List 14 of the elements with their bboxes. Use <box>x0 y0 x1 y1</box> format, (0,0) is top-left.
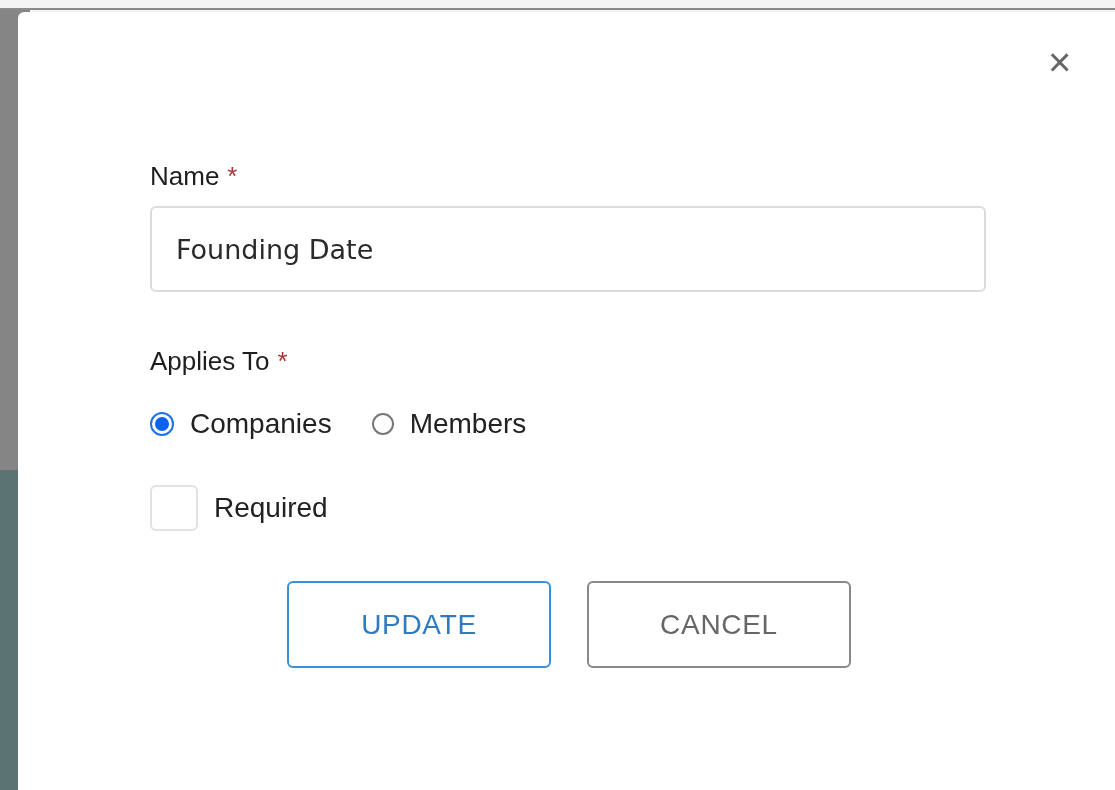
name-field[interactable]: Founding Date <box>150 206 986 292</box>
radio-option[interactable]: Companies <box>150 403 332 445</box>
radio-option[interactable]: Members <box>371 403 527 445</box>
required-asterisk: * <box>277 345 288 378</box>
close-button[interactable]: × <box>1048 42 1072 82</box>
radio-icon[interactable] <box>371 413 394 435</box>
required-option[interactable]: Required <box>150 485 986 531</box>
checkbox[interactable] <box>150 485 198 531</box>
required-asterisk: * <box>227 160 238 193</box>
field-label: Applies To <box>150 345 270 378</box>
cancel-button[interactable]: CANCEL <box>587 581 851 668</box>
update-button[interactable]: UPDATE <box>287 581 551 668</box>
field-label: Name <box>150 160 220 193</box>
radio-icon[interactable] <box>150 412 174 436</box>
